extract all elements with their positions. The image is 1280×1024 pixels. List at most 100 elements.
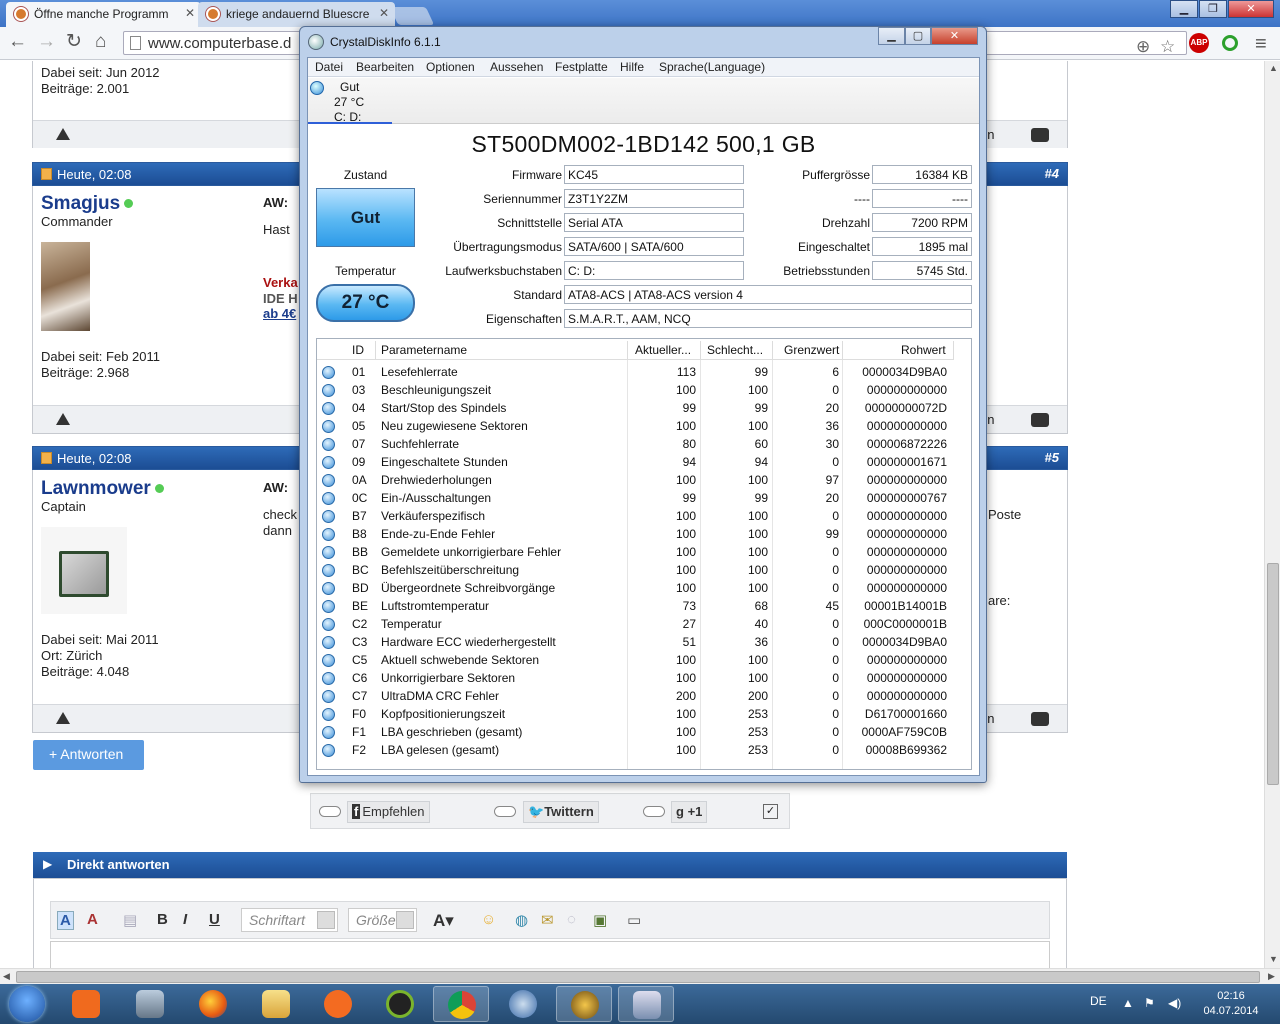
minimize-button[interactable]: ▁	[1170, 0, 1198, 18]
bookmark-star-icon[interactable]: ☆	[1160, 37, 1175, 57]
smart-scroll-area[interactable]	[954, 339, 971, 769]
taskbar-cleaner[interactable]	[122, 986, 178, 1022]
back-icon[interactable]: ←	[8, 32, 27, 52]
italic-icon[interactable]: I	[183, 911, 187, 928]
font-style-icon[interactable]: A	[57, 911, 74, 930]
vertical-scrollbar[interactable]: ▲ ▼	[1264, 61, 1280, 968]
quote-icon[interactable]	[1031, 712, 1049, 726]
forward-icon[interactable]: →	[37, 32, 56, 52]
home-icon[interactable]: ⌂	[95, 32, 106, 52]
smart-row[interactable]: C7 UltraDMA CRC Fehler 200 200 0 000000000000	[317, 687, 971, 705]
avatar[interactable]	[41, 527, 127, 614]
col-raw[interactable]: Rohwert	[901, 343, 946, 357]
language-indicator[interactable]: DE	[1090, 994, 1107, 1008]
smart-row[interactable]: BE Luftstromtemperatur 73 68 45 00001B14001B	[317, 597, 971, 615]
scroll-thumb[interactable]	[16, 971, 1260, 983]
taskbar-wow[interactable]	[556, 986, 612, 1022]
smart-row[interactable]: 03 Beschleunigungszeit 100 100 0 000000000000	[317, 381, 971, 399]
reload-icon[interactable]: ↻	[66, 32, 82, 52]
smart-row[interactable]: F1 LBA geschrieben (gesamt) 100 253 0 0000AF7…	[317, 723, 971, 741]
recommend-button[interactable]: f Empfehlen	[347, 801, 430, 823]
post-number[interactable]: #5	[1045, 450, 1059, 465]
col-threshold[interactable]: Grenzwert	[784, 343, 839, 357]
taskbar-explorer[interactable]	[248, 986, 304, 1022]
smart-row[interactable]: 04 Start/Stop des Spindels 99 99 20 000000000…	[317, 399, 971, 417]
window-close-button[interactable]: ✕	[1228, 0, 1274, 18]
clock[interactable]: 02:16 04.07.2014	[1196, 989, 1266, 1019]
col-current[interactable]: Aktueller...	[635, 343, 691, 357]
cdi-maximize-button[interactable]: ▢	[905, 27, 931, 45]
email-icon[interactable]: ✉	[541, 911, 554, 929]
quote-icon[interactable]	[1031, 413, 1049, 427]
cdi-minimize-button[interactable]: ▁	[878, 27, 905, 45]
quote-icon[interactable]	[1031, 128, 1049, 142]
scroll-down-icon[interactable]: ▼	[1269, 954, 1278, 964]
menu-festplatte[interactable]: Festplatte	[555, 60, 608, 74]
taskbar-chrome[interactable]	[433, 986, 489, 1022]
smart-row[interactable]: B8 Ende-zu-Ende Fehler 100 100 99 00000000000…	[317, 525, 971, 543]
menu-hilfe[interactable]: Hilfe	[620, 60, 644, 74]
quote-insert-icon[interactable]: ▭	[627, 911, 641, 929]
image-icon[interactable]: ▣	[593, 911, 607, 929]
remove-format-icon[interactable]: A	[87, 911, 98, 928]
smiley-icon[interactable]: ☺	[481, 911, 496, 928]
post-number[interactable]: #4	[1045, 166, 1059, 181]
smart-row[interactable]: 09 Eingeschaltete Stunden 94 94 0 00000000167…	[317, 453, 971, 471]
tray-expand-icon[interactable]: ▲	[1122, 996, 1134, 1010]
smart-table[interactable]: ID Parametername Aktueller... Schlecht..…	[316, 338, 972, 770]
size-select[interactable]: Größe	[348, 908, 417, 932]
smart-row[interactable]: BC Befehlszeitüberschreitung 100 100 0 000000…	[317, 561, 971, 579]
temperature-button[interactable]: 27 °C	[316, 284, 415, 322]
smart-row[interactable]: 05 Neu zugewiesene Sektoren 100 100 36 000000…	[317, 417, 971, 435]
underline-icon[interactable]: U	[209, 911, 220, 928]
zoom-icon[interactable]: ⊕	[1136, 37, 1150, 57]
tab-active[interactable]: Öffne manche Programm ✕	[6, 2, 201, 27]
tab-inactive[interactable]: kriege andauernd Bluescre ✕	[198, 2, 395, 27]
unlink-icon[interactable]: ◌	[567, 911, 576, 928]
close-tab-icon[interactable]: ✕	[185, 6, 195, 20]
smart-row[interactable]: 0A Drehwiederholungen 100 100 97 000000000000	[317, 471, 971, 489]
report-icon[interactable]	[56, 712, 70, 724]
smart-row[interactable]: BD Übergeordnete Schreibvorgänge 100 100 0 00…	[317, 579, 971, 597]
taskbar-teamspeak[interactable]	[495, 986, 551, 1022]
smart-row[interactable]: F0 Kopfpositionierungszeit 100 253 0 D6170000…	[317, 705, 971, 723]
gplus-button[interactable]: g +1	[671, 801, 708, 823]
font-select[interactable]: Schriftart	[241, 908, 338, 932]
smart-row[interactable]: C2 Temperatur 27 40 0 000C0000001B	[317, 615, 971, 633]
scroll-left-icon[interactable]: ◀	[3, 971, 10, 982]
smart-row[interactable]: F2 LBA gelesen (gesamt) 100 253 0 00008B69936…	[317, 741, 971, 759]
smart-row[interactable]: 0C Ein-/Ausschaltungen 99 99 20 000000000767	[317, 489, 971, 507]
username[interactable]: Smagjus	[41, 193, 134, 215]
scroll-right-icon[interactable]: ▶	[1268, 971, 1275, 982]
health-status-button[interactable]: Gut	[316, 188, 415, 247]
twitter-toggle[interactable]	[494, 806, 516, 817]
horizontal-scrollbar[interactable]: ◀ ▶	[0, 968, 1280, 984]
scroll-thumb[interactable]	[1267, 563, 1279, 785]
twitter-button[interactable]: 🐦Twittern	[523, 801, 599, 823]
action-center-icon[interactable]: ⚑	[1144, 996, 1155, 1010]
new-tab-button[interactable]	[389, 7, 435, 25]
smart-row[interactable]: C3 Hardware ECC wiederhergestellt 51 36 0 000…	[317, 633, 971, 651]
taskbar-media-player[interactable]	[58, 986, 114, 1022]
ad-title[interactable]: Verka	[263, 275, 298, 291]
taskbar-crystaldiskinfo[interactable]	[618, 986, 674, 1022]
scroll-up-icon[interactable]: ▲	[1269, 63, 1278, 73]
col-worst[interactable]: Schlecht...	[707, 343, 763, 357]
adblock-icon[interactable]: ABP	[1189, 33, 1209, 53]
extension-icon[interactable]	[1222, 35, 1238, 51]
reply-textarea[interactable]	[50, 941, 1050, 968]
close-tab-icon[interactable]: ✕	[379, 6, 389, 20]
smart-row[interactable]: 01 Lesefehlerrate 113 99 6 0000034D9BA0	[317, 363, 971, 381]
paste-icon[interactable]: ▤	[123, 911, 137, 929]
bold-icon[interactable]: B	[157, 911, 168, 928]
taskbar-spotify[interactable]	[372, 986, 428, 1022]
menu-bearbeiten[interactable]: Bearbeiten	[356, 60, 414, 74]
avatar[interactable]	[41, 242, 90, 331]
chrome-menu-icon[interactable]: ≡	[1255, 33, 1267, 56]
col-id[interactable]: ID	[352, 343, 364, 357]
link-icon[interactable]: ◍	[515, 911, 528, 929]
smart-row[interactable]: BB Gemeldete unkorrigierbare Fehler 100 100…	[317, 543, 971, 561]
smart-row[interactable]: C5 Aktuell schwebende Sektoren 100 100 0 0000…	[317, 651, 971, 669]
gplus-toggle[interactable]	[643, 806, 665, 817]
disk-tab[interactable]: Gut 27 °C C: D:	[308, 78, 392, 124]
